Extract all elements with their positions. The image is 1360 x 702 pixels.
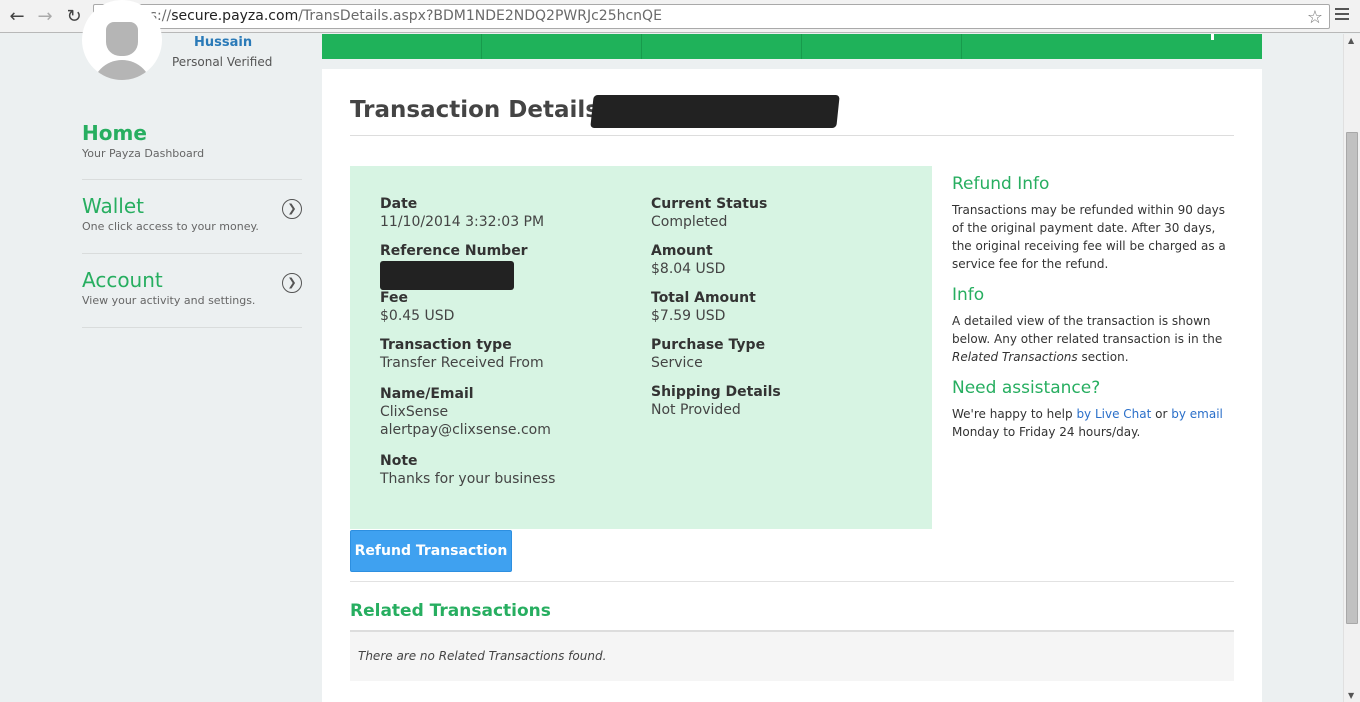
field-value: Completed [651,214,728,230]
redaction-mark [380,261,514,290]
sidebar-item-title: Account [82,268,163,292]
chevron-right-circle-icon[interactable]: ❯ [282,273,302,293]
email-link[interactable]: by email [1171,407,1223,421]
related-transactions-heading: Related Transactions [350,601,551,621]
date-field: Date 11/10/2014 3:32:03 PM [380,196,544,230]
hamburger-menu-icon[interactable] [1335,8,1349,23]
assistance-text-part: or [1151,407,1172,421]
field-label: Fee [380,290,408,306]
live-chat-link[interactable]: by Live Chat [1076,407,1151,421]
field-value: Not Provided [651,402,741,418]
address-bar[interactable]: https://secure.payza.com/TransDetails.as… [93,4,1330,29]
field-value: 11/10/2014 3:32:03 PM [380,214,545,230]
sidebar-item-subtitle: One click access to your money. [82,220,259,233]
url-text: https://secure.payza.com/TransDetails.as… [121,8,662,24]
sidebar-item-subtitle: View your activity and settings. [82,294,256,307]
field-value: $0.45 USD [380,308,455,324]
top-nav-strip [322,34,1262,59]
scroll-down-icon[interactable]: ▼ [1348,691,1354,700]
title-divider [350,135,1234,136]
nav-divider [641,34,642,59]
chevron-right-circle-icon[interactable]: ❯ [282,199,302,219]
sidebar: Hussain Personal Verified Home Your Payz… [82,0,302,334]
field-value: alertpay@clixsense.com [380,422,551,438]
assistance-text-part: We're happy to help [952,407,1077,421]
assistance-text-part: Monday to Friday 24 hours/day. [952,425,1141,439]
scroll-up-icon[interactable]: ▲ [1348,36,1354,45]
redaction-mark [590,95,840,128]
nav-tick-mark [1211,34,1214,40]
refund-info-heading: Refund Info [952,174,1050,194]
user-status: Personal Verified [172,55,273,69]
amount-field: Amount $8.04 USD [651,243,725,277]
forward-arrow-icon[interactable]: → [34,6,56,28]
sidebar-item-account[interactable]: Account View your activity and settings.… [82,268,302,328]
name-email-field: Name/Email ClixSense alertpay@clixsense.… [380,386,551,438]
related-transactions-empty-row: There are no Related Transactions found. [350,632,1234,681]
transaction-details-panel: Date 11/10/2014 3:32:03 PM Reference Num… [350,166,932,529]
info-block: Info A detailed view of the transaction … [952,285,1237,366]
nav-divider [481,34,482,59]
avatar[interactable] [82,0,162,80]
info-text: A detailed view of the transaction is sh… [952,312,1237,366]
info-text-emphasis: Related Transactions [952,350,1078,364]
total-amount-field: Total Amount $7.59 USD [651,290,756,324]
field-label: Reference Number [380,243,528,259]
refund-info-block: Refund Info Transactions may be refunded… [952,174,1237,273]
back-arrow-icon[interactable]: ← [6,6,28,28]
sidebar-item-subtitle: Your Payza Dashboard [82,147,205,160]
user-name[interactable]: Hussain [194,35,252,50]
field-value: $7.59 USD [651,308,726,324]
status-field: Current Status Completed [651,196,767,230]
field-label: Transaction type [380,337,512,353]
bookmark-star-icon[interactable]: ☆ [1307,7,1323,28]
note-field: Note Thanks for your business [380,453,555,487]
field-label: Shipping Details [651,384,781,400]
purchase-type-field: Purchase Type Service [651,337,765,371]
assistance-text: We're happy to help by Live Chat or by e… [952,405,1237,441]
field-value: $8.04 USD [651,261,726,277]
sidebar-item-wallet[interactable]: Wallet One click access to your money. ❯ [82,194,302,254]
main-content: Transaction Details for Date 11/10/2014 … [322,69,1262,702]
sidebar-item-title: Wallet [82,194,145,218]
field-label: Note [380,453,418,469]
refund-info-text: Transactions may be refunded within 90 d… [952,203,1226,271]
nav-divider [961,34,962,59]
field-label: Purchase Type [651,337,766,353]
vertical-scrollbar[interactable]: ▲ ▼ [1343,34,1360,702]
assistance-heading: Need assistance? [952,378,1101,398]
field-label: Date [380,196,418,212]
transaction-type-field: Transaction type Transfer Received From [380,337,544,371]
browser-toolbar: ← → ↻ https://secure.payza.com/TransDeta… [0,0,1360,33]
help-sidebar: Refund Info Transactions may be refunded… [952,174,1237,453]
fee-field: Fee $0.45 USD [380,290,454,324]
assistance-block: Need assistance? We're happy to help by … [952,378,1237,441]
nav-divider [801,34,802,59]
reference-field: Reference Number [380,243,528,259]
scroll-thumb[interactable] [1346,132,1358,624]
shipping-field: Shipping Details Not Provided [651,384,781,418]
field-label: Amount [651,243,713,259]
reload-icon[interactable]: ↻ [63,6,85,28]
sidebar-item-home[interactable]: Home Your Payza Dashboard [82,121,302,180]
refund-transaction-button[interactable]: Refund Transaction [350,530,512,572]
info-heading: Info [952,285,985,305]
section-divider [350,581,1234,582]
sidebar-item-title: Home [82,121,147,145]
empty-message: There are no Related Transactions found. [358,649,607,663]
field-label: Name/Email [380,386,474,402]
field-label: Total Amount [651,290,756,306]
field-value: Thanks for your business [380,471,556,487]
field-value: ClixSense [380,404,449,420]
info-text-part: A detailed view of the transaction is sh… [952,314,1223,346]
info-text-part: section. [1077,350,1129,364]
field-value: Service [651,355,703,371]
field-value: Transfer Received From [380,355,544,371]
field-label: Current Status [651,196,768,212]
